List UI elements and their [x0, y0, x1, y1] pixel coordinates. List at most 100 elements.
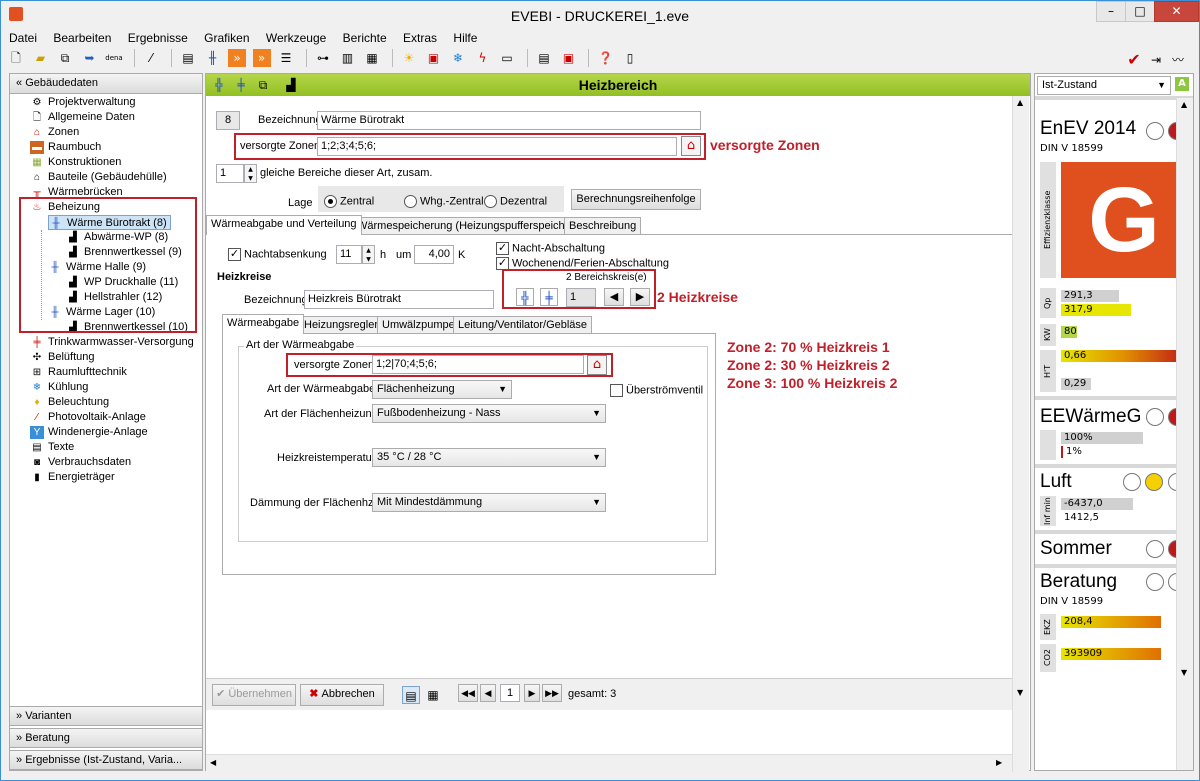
tree-photovoltaik[interactable]: ⁄ Photovoltaik-Anlage: [30, 410, 146, 425]
window-icon[interactable]: ▣: [425, 49, 443, 67]
nacht-abschaltung-checkbox[interactable]: ✓ Nacht-Abschaltung: [496, 242, 605, 255]
uebernehmen-button[interactable]: ✔ Übernehmen: [212, 684, 296, 706]
page-input[interactable]: 1: [500, 684, 520, 702]
berechnungsreihenfolge-button[interactable]: Berechnungsreihenfolge: [571, 189, 701, 210]
copy-icon[interactable]: ⧉: [56, 49, 74, 67]
arrow-icon[interactable]: ➥: [81, 49, 99, 67]
ueberstroem-checkbox[interactable]: Überströmventil: [610, 384, 703, 397]
count-spinner-icon[interactable]: ▲ ▼: [244, 164, 257, 183]
tree-energietraeger[interactable]: ▮ Energieträger: [30, 470, 114, 485]
open-folder-icon[interactable]: ▰: [32, 49, 50, 67]
nacht-hours-input[interactable]: 11: [336, 245, 362, 264]
device-icon[interactable]: ▯: [621, 49, 639, 67]
tab-waermespeicherung[interactable]: Wärmespeicherung (Heizungspufferspeicher…: [352, 217, 584, 235]
sidebar-beratung[interactable]: » Beratung: [10, 728, 202, 748]
menu-ergebnisse[interactable]: Ergebnisse: [128, 31, 188, 45]
calculator-icon[interactable]: ▤: [535, 49, 553, 67]
count-input[interactable]: 1: [216, 164, 244, 183]
next-page-icon[interactable]: ▶: [524, 684, 540, 702]
tree-verbrauchsdaten[interactable]: ◙ Verbrauchsdaten: [30, 455, 131, 470]
tree-trinkwarmwasser[interactable]: ╪ Trinkwarmwasser-Versorgung: [30, 335, 193, 350]
sidebar-varianten[interactable]: » Varianten: [10, 706, 202, 726]
wand-icon[interactable]: ⁄: [142, 49, 160, 67]
sun-icon[interactable]: ☀: [400, 49, 418, 67]
tree-konstruktionen[interactable]: ▦ Konstruktionen: [30, 155, 121, 170]
hours-spinner-icon[interactable]: ▲ ▼: [362, 245, 375, 264]
close-button[interactable]: ✕: [1154, 1, 1199, 22]
bezeichnung-input[interactable]: Wärme Bürotrakt: [317, 111, 701, 130]
flaechen-select[interactable]: Fußbodenheizung - Nass ▼: [372, 404, 606, 423]
kreis-bezeichnung-input[interactable]: Heizkreis Bürotrakt: [304, 290, 494, 309]
menu-extras[interactable]: Extras: [403, 31, 437, 45]
maximize-button[interactable]: □: [1125, 1, 1155, 22]
graph-icon[interactable]: 〰: [1169, 51, 1187, 69]
tree-raumlufttechnik[interactable]: ⊞ Raumlufttechnik: [30, 365, 127, 380]
form-view-icon[interactable]: ▤: [402, 686, 420, 704]
tab-beschreibung[interactable]: Beschreibung: [564, 217, 642, 235]
new-file-icon[interactable]: 🗋: [7, 49, 25, 67]
tree-projektverwaltung[interactable]: ⚙ Projektverwaltung: [30, 95, 136, 110]
pipe-icon[interactable]: ╫: [204, 49, 222, 67]
help-icon[interactable]: ❓: [597, 49, 615, 67]
next-kreis-icon[interactable]: ▶: [630, 288, 650, 306]
list-icon[interactable]: ☰: [277, 49, 295, 67]
menu-werkzeuge[interactable]: Werkzeuge: [266, 31, 326, 45]
sub-zone-picker-house-icon[interactable]: ⌂: [587, 355, 607, 375]
sidebar-header[interactable]: « Gebäudedaten: [10, 74, 202, 94]
menu-berichte[interactable]: Berichte: [343, 31, 387, 45]
forward-orange-icon[interactable]: »: [228, 49, 246, 67]
subtab-waermeabgabe[interactable]: Wärmeabgabe: [222, 314, 305, 334]
right-scrollbar[interactable]: ▲ ▼: [1176, 98, 1193, 770]
art-select[interactable]: Flächenheizung ▼: [372, 380, 512, 399]
tree-beleuchtung[interactable]: ♦ Beleuchtung: [30, 395, 109, 410]
blank-icon[interactable]: ▭: [498, 49, 516, 67]
tree-kuehlung[interactable]: ❄ Kühlung: [30, 380, 89, 395]
sidebar-ergebnisse[interactable]: » Ergebnisse (Ist-Zustand, Varia...: [10, 750, 202, 770]
table-view-icon[interactable]: ▦: [424, 686, 442, 704]
scroll-down-icon[interactable]: ▼: [1181, 668, 1187, 677]
subtab-heizungsregler[interactable]: Heizungsregler: [299, 316, 383, 334]
tree-zonen[interactable]: ⌂ Zonen: [30, 125, 79, 140]
vertical-scrollbar[interactable]: ▲ ▼: [1012, 96, 1029, 772]
scroll-down-icon[interactable]: ▼: [1017, 688, 1023, 697]
tree-windenergie[interactable]: Y Windenergie-Anlage: [30, 425, 148, 440]
minimize-button[interactable]: –: [1096, 1, 1126, 22]
document-icon[interactable]: ▤: [179, 49, 197, 67]
dena-icon[interactable]: dena: [105, 49, 123, 67]
export-icon[interactable]: ⇥: [1147, 51, 1165, 69]
lightning-icon[interactable]: ϟ: [474, 49, 492, 67]
tree-bauteile[interactable]: ⌂ Bauteile (Gebäudehülle): [30, 170, 167, 185]
lage-whg-zentral[interactable]: Whg.-Zentral: [404, 195, 484, 208]
menu-datei[interactable]: Datei: [9, 31, 37, 45]
menu-grafiken[interactable]: Grafiken: [204, 31, 249, 45]
nacht-k-input[interactable]: 4,00: [414, 245, 454, 264]
prev-kreis-icon[interactable]: ◀: [604, 288, 624, 306]
prev-page-icon[interactable]: ◀: [480, 684, 496, 702]
subtab-leitung[interactable]: Leitung/Ventilator/Gebläse: [453, 316, 593, 334]
subtab-umwaelzpumpe[interactable]: Umwälzpumpe: [377, 316, 460, 334]
temp-select[interactable]: 35 °C / 28 °C ▼: [372, 448, 606, 467]
last-page-icon[interactable]: ▶▶: [542, 684, 562, 702]
snowflake-icon[interactable]: ❄: [449, 49, 467, 67]
versorgte-input[interactable]: 1;2;3;4;5;6;: [317, 137, 677, 156]
checkmark-icon[interactable]: ✔: [1125, 51, 1143, 69]
scroll-up-icon[interactable]: ▲: [1181, 100, 1187, 109]
lage-zentral[interactable]: Zentral: [324, 195, 374, 208]
tree-belueftung[interactable]: ✣ Belüftung: [30, 350, 95, 365]
menu-bearbeiten[interactable]: Bearbeiten: [53, 31, 111, 45]
report-icon[interactable]: ▣: [560, 49, 578, 67]
lage-dezentral[interactable]: Dezentral: [484, 195, 547, 208]
scroll-right-icon[interactable]: ▶: [996, 758, 1002, 767]
menu-hilfe[interactable]: Hilfe: [453, 31, 477, 45]
tree-allgemeine-daten[interactable]: 🗋 Allgemeine Daten: [30, 110, 135, 125]
first-page-icon[interactable]: ◀◀: [458, 684, 478, 702]
network-icon[interactable]: ⊶: [314, 49, 332, 67]
sub-versorgte-input[interactable]: 1;2|70;4;5;6;: [372, 355, 584, 374]
chart-icon[interactable]: ▥: [339, 49, 357, 67]
daemm-select[interactable]: Mit Mindestdämmung ▼: [372, 493, 606, 512]
zone-picker-house-icon[interactable]: ⌂: [681, 136, 701, 156]
tab-waermeabgabe-verteilung[interactable]: Wärmeabgabe und Verteilung: [206, 215, 362, 235]
bars-icon[interactable]: ▦: [363, 49, 381, 67]
forward-orange2-icon[interactable]: »: [252, 49, 271, 67]
abbrechen-button[interactable]: ✖ Abbrechen: [300, 684, 384, 706]
